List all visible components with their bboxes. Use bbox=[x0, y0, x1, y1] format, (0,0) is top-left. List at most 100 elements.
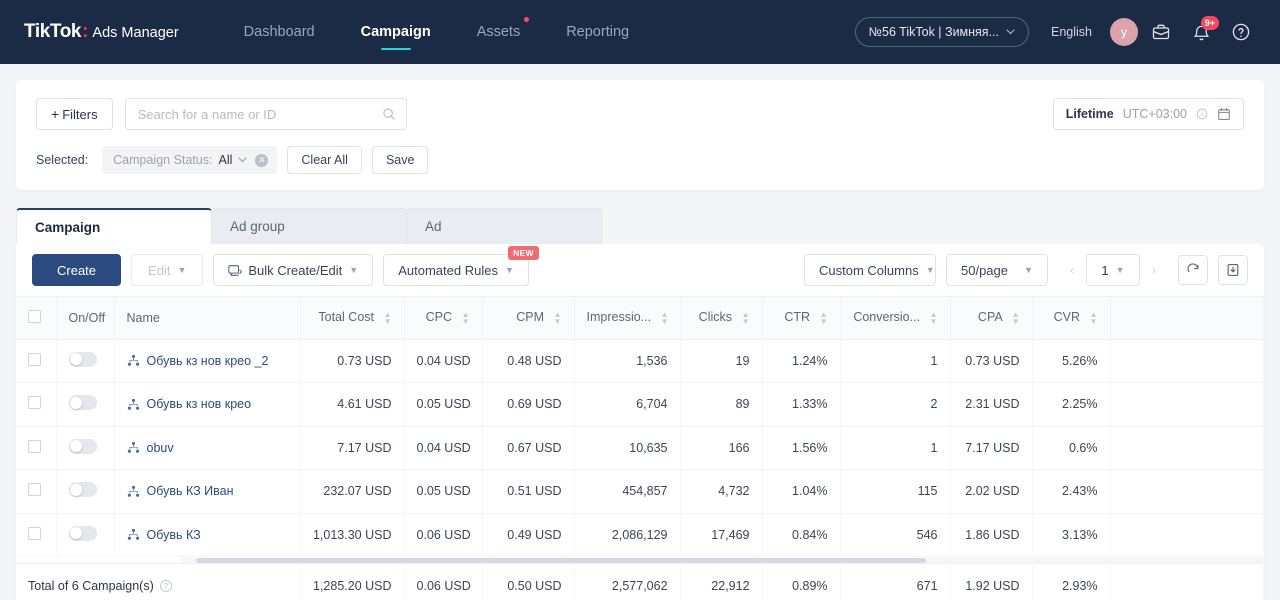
campaign-name-cell: Обувь КЗ bbox=[114, 513, 301, 557]
tab-label: Campaign bbox=[35, 219, 101, 235]
table-row[interactable]: Обувь кз нов крео 4.61 USD 0.05 USD 0.69 US… bbox=[16, 382, 1264, 427]
row-checkbox[interactable] bbox=[28, 526, 41, 540]
tab-campaign[interactable]: Campaign bbox=[16, 208, 212, 244]
create-button[interactable]: Create bbox=[32, 254, 122, 286]
chevron-down-icon: ▼ bbox=[504, 265, 514, 275]
save-button[interactable]: Save bbox=[371, 146, 429, 174]
campaign-name[interactable]: Обувь кз нов крео _2 bbox=[147, 354, 269, 368]
row-toggle-cell bbox=[56, 513, 115, 557]
column-header-clicks[interactable]: Clicks ▲ ▼ bbox=[680, 297, 763, 340]
table-row[interactable]: Обувь кз нов крео _2 0.73 USD 0.04 USD 0.48… bbox=[16, 339, 1264, 383]
column-label: CPA bbox=[977, 310, 1003, 325]
nav-item-campaign[interactable]: Campaign bbox=[338, 0, 454, 64]
brand-logo[interactable]: TikTok : Ads Manager bbox=[24, 21, 179, 43]
remove-filter-icon[interactable]: ✕ bbox=[255, 153, 269, 167]
nav-item-assets[interactable]: Assets bbox=[454, 0, 544, 64]
clear-all-button[interactable]: Clear All bbox=[287, 146, 362, 174]
info-icon[interactable]: ? bbox=[159, 580, 172, 592]
total-label-cell: Total of 6 Campaign(s) ? bbox=[16, 564, 301, 600]
row-checkbox[interactable] bbox=[28, 352, 41, 366]
bulk-create-edit-button[interactable]: Bulk Create/Edit ▼ bbox=[213, 254, 374, 286]
cell-total-cost: 1,013.30 USD bbox=[300, 513, 405, 557]
refresh-button[interactable] bbox=[1178, 255, 1208, 285]
next-page-button[interactable]: › bbox=[1140, 254, 1168, 286]
export-button[interactable] bbox=[1218, 255, 1248, 285]
column-label: CPC bbox=[425, 310, 453, 325]
row-toggle-cell bbox=[56, 469, 115, 514]
filter-row-primary: + Filters Lifetime UTC+03:00 bbox=[36, 98, 1244, 130]
total-conversions: 671 bbox=[840, 564, 951, 600]
scrollbar-thumb[interactable] bbox=[196, 558, 926, 563]
campaign-name[interactable]: Обувь кз нов крео bbox=[147, 397, 252, 411]
sort-icon[interactable]: ▲ ▼ bbox=[820, 311, 828, 326]
chevron-down-icon: ▼ bbox=[1115, 265, 1125, 275]
column-header-cvr[interactable]: CVR ▲ ▼ bbox=[1032, 297, 1111, 340]
date-range-selector[interactable]: Lifetime UTC+03:00 bbox=[1052, 98, 1244, 130]
campaign-name[interactable]: Обувь КЗ bbox=[147, 528, 201, 542]
custom-columns-button[interactable]: Custom Columns ▼ bbox=[804, 254, 936, 286]
on-off-toggle[interactable] bbox=[68, 525, 97, 541]
cell-total-cost: 232.07 USD bbox=[300, 469, 405, 514]
campaign-name[interactable]: Обувь КЗ Иван bbox=[147, 484, 234, 498]
on-off-toggle[interactable] bbox=[68, 395, 97, 411]
select-all-header bbox=[16, 297, 57, 340]
sort-icon[interactable]: ▲ ▼ bbox=[554, 311, 562, 326]
tab-ad-group[interactable]: Ad group bbox=[211, 208, 407, 244]
column-header-conversions[interactable]: Conversio... ▲ ▼ bbox=[840, 297, 951, 340]
horizontal-scrollbar[interactable] bbox=[16, 557, 1264, 564]
notifications-bell-icon[interactable]: 9+ bbox=[1184, 15, 1219, 49]
calendar-icon[interactable] bbox=[1217, 107, 1231, 121]
page-body: + Filters Lifetime UTC+03:00 bbox=[0, 64, 1280, 600]
on-off-toggle[interactable] bbox=[68, 351, 97, 367]
cell-cvr: 3.13% bbox=[1032, 513, 1111, 557]
campaign-status-filter-chip[interactable]: Campaign Status: All ✕ bbox=[102, 146, 278, 174]
automated-rules-label: Automated Rules bbox=[398, 262, 498, 278]
brand-subtitle: Ads Manager bbox=[92, 25, 179, 41]
tab-label: Ad group bbox=[230, 219, 285, 234]
sort-icon[interactable]: ▲ ▼ bbox=[1090, 311, 1098, 326]
row-checkbox[interactable] bbox=[28, 483, 41, 497]
column-header-cpa[interactable]: CPA ▲ ▼ bbox=[950, 297, 1033, 340]
language-selector[interactable]: English bbox=[1051, 25, 1092, 39]
search-input[interactable] bbox=[137, 106, 382, 122]
sort-icon[interactable]: ▲ ▼ bbox=[1012, 311, 1020, 326]
search-box[interactable] bbox=[124, 98, 407, 130]
row-checkbox[interactable] bbox=[28, 396, 41, 410]
sort-icon[interactable]: ▲ ▼ bbox=[462, 311, 470, 326]
on-off-toggle[interactable] bbox=[68, 438, 97, 454]
select-all-checkbox[interactable] bbox=[28, 309, 41, 323]
nav-item-dashboard[interactable]: Dashboard bbox=[221, 0, 338, 64]
column-header-total-cost[interactable]: Total Cost ▲ ▼ bbox=[300, 297, 405, 340]
page-number-selector[interactable]: 1 ▼ bbox=[1086, 254, 1140, 286]
table-row[interactable]: obuv 7.17 USD 0.04 USD 0.67 USD 10,635 166 1.5… bbox=[16, 426, 1264, 470]
cell-cpc: 0.04 USD bbox=[404, 426, 483, 470]
cell-cpc: 0.04 USD bbox=[404, 339, 483, 383]
automated-rules-button[interactable]: Automated Rules ▼ bbox=[383, 254, 529, 286]
cell-clicks: 19 bbox=[680, 339, 763, 383]
page-size-selector[interactable]: 50/page ▼ bbox=[946, 254, 1048, 286]
table-row[interactable]: Обувь КЗ Иван 232.07 USD 0.05 USD 0.51 USD 4… bbox=[16, 469, 1264, 514]
language-label: English bbox=[1051, 25, 1092, 39]
table-row[interactable]: Обувь КЗ 1,013.30 USD 0.06 USD 0.49 USD 2,08… bbox=[16, 513, 1264, 557]
column-header-cpm[interactable]: CPM ▲ ▼ bbox=[482, 297, 575, 340]
help-icon[interactable] bbox=[1224, 15, 1258, 49]
column-header-cpc[interactable]: CPC ▲ ▼ bbox=[404, 297, 483, 340]
row-checkbox[interactable] bbox=[28, 439, 41, 453]
campaign-name[interactable]: obuv bbox=[147, 441, 174, 455]
column-header-impressions[interactable]: Impressio... ▲ ▼ bbox=[574, 297, 681, 340]
on-off-toggle[interactable] bbox=[68, 482, 97, 498]
sort-icon[interactable]: ▲ ▼ bbox=[661, 311, 669, 326]
tab-ad[interactable]: Ad bbox=[406, 208, 602, 244]
cell-ctr: 1.24% bbox=[762, 339, 841, 383]
prev-page-button[interactable]: ‹ bbox=[1058, 254, 1086, 286]
cell-cvr: 2.25% bbox=[1032, 382, 1111, 427]
nav-item-reporting[interactable]: Reporting bbox=[543, 0, 652, 64]
account-selector[interactable]: №56 TikTok | Зимняя... bbox=[854, 17, 1029, 47]
avatar[interactable]: y bbox=[1110, 18, 1138, 46]
column-header-ctr[interactable]: CTR ▲ ▼ bbox=[762, 297, 841, 340]
briefcase-icon[interactable] bbox=[1144, 15, 1178, 49]
sort-icon[interactable]: ▲ ▼ bbox=[930, 311, 938, 326]
sort-icon[interactable]: ▲ ▼ bbox=[742, 311, 750, 326]
filters-button[interactable]: + Filters bbox=[36, 98, 113, 130]
sort-icon[interactable]: ▲ ▼ bbox=[384, 311, 392, 326]
